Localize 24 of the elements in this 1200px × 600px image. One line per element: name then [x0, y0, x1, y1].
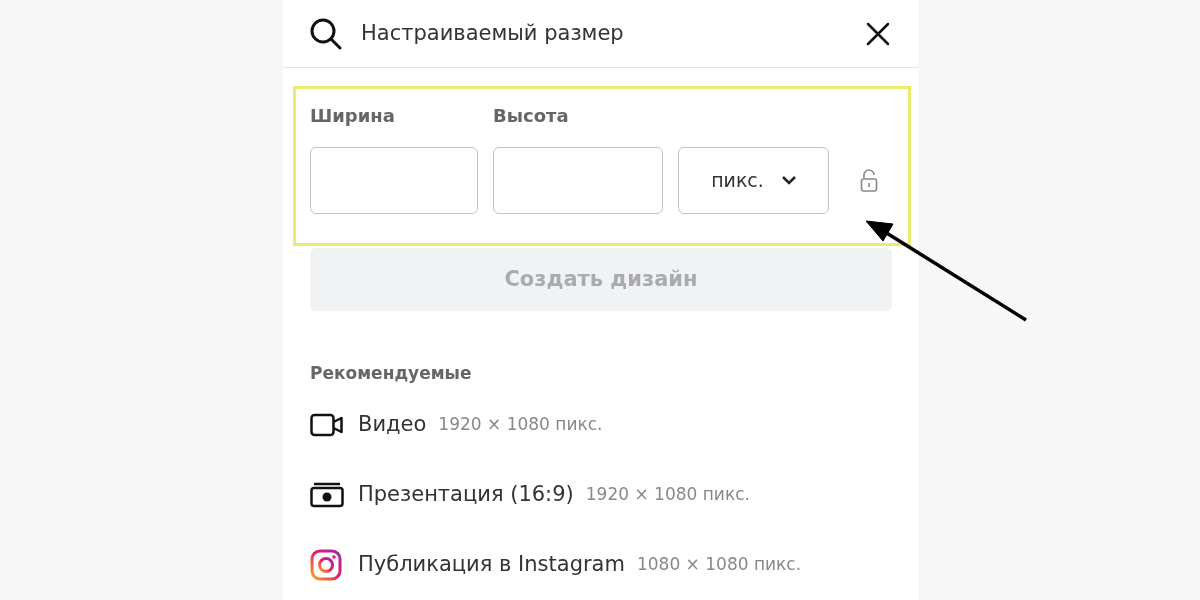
unlocked-lock-icon[interactable]: [860, 168, 878, 193]
width-input[interactable]: [310, 147, 478, 214]
search-text: Настраиваемый размер: [361, 19, 625, 47]
instagram-icon: [310, 548, 342, 581]
item-size: 1080 × 1080 пикс.: [636, 552, 802, 576]
video-camera-icon: [310, 412, 344, 437]
presentation-icon: [310, 481, 344, 508]
close-icon[interactable]: [866, 21, 890, 46]
width-label: Ширина: [310, 104, 396, 128]
chevron-down-icon: [781, 176, 796, 185]
search-field[interactable]: Настраиваемый размер: [283, 0, 918, 68]
search-icon: [309, 16, 343, 51]
item-name: Презентация (16:9): [358, 480, 574, 508]
item-size: 1920 × 1080 пикс.: [585, 482, 750, 506]
section-heading: Рекомендуемые: [310, 362, 473, 385]
height-input[interactable]: [493, 147, 663, 214]
recommended-item[interactable]: Видео 1920 × 1080 пикс.: [310, 408, 892, 441]
recommended-item[interactable]: Презентация (16:9) 1920 × 1080 пикс.: [310, 478, 892, 511]
item-name: Публикация в Instagram: [358, 550, 625, 578]
height-label: Высота: [493, 104, 569, 128]
item-name: Видео: [358, 410, 427, 438]
unit-dropdown[interactable]: пикс.: [678, 147, 829, 214]
item-size: 1920 × 1080 пикс.: [438, 412, 603, 436]
recommended-item[interactable]: Публикация в Instagram 1080 × 1080 пикс.: [310, 548, 892, 581]
